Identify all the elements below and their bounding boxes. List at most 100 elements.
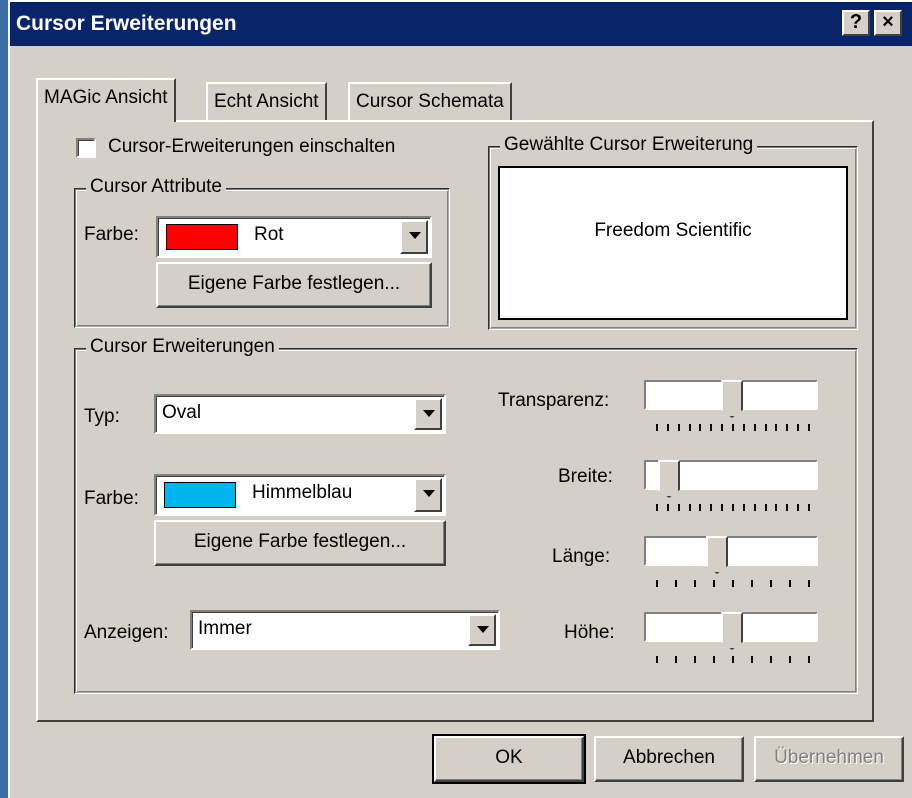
- tab-magic-ansicht[interactable]: MAGic Ansicht: [36, 78, 176, 122]
- slider-tick: [789, 580, 791, 587]
- extension-color-value: Himmelblau: [252, 482, 353, 503]
- slider-tick: [713, 580, 715, 587]
- height-label: Höhe:: [564, 622, 615, 643]
- attribute-color-label: Farbe:: [84, 224, 139, 245]
- slider-tick: [764, 424, 767, 431]
- chevron-down-icon[interactable]: [468, 614, 496, 646]
- cursor-extensions-dialog: Cursor Erweiterungen ? × MAGic Ansicht E…: [8, 0, 912, 798]
- extension-color-label: Farbe:: [84, 488, 139, 509]
- slider-tick: [688, 424, 691, 431]
- cursor-attribute-legend: Cursor Attribute: [86, 176, 226, 198]
- type-value: Oval: [162, 402, 202, 423]
- slider-tick: [721, 424, 724, 431]
- slider-tick: [666, 504, 669, 511]
- help-button[interactable]: ?: [842, 10, 870, 36]
- slider-tick: [656, 504, 658, 511]
- slider-tick: [751, 580, 753, 587]
- slider-thumb[interactable]: [658, 460, 680, 498]
- transparency-slider[interactable]: [644, 380, 824, 438]
- red-swatch: [166, 224, 238, 250]
- slider-tick: [808, 580, 810, 587]
- slider-tick: [694, 580, 696, 587]
- slider-ticks: [656, 656, 810, 664]
- skyblue-swatch: [164, 482, 236, 508]
- slider-tick: [732, 580, 734, 587]
- slider-tick: [742, 504, 745, 511]
- window-title: Cursor Erweiterungen: [16, 12, 237, 35]
- close-button[interactable]: ×: [874, 10, 902, 36]
- slider-tick: [666, 424, 669, 431]
- slider-track[interactable]: [644, 536, 818, 566]
- slider-tick: [797, 504, 800, 511]
- slider-tick: [753, 504, 756, 511]
- cancel-button[interactable]: Abbrechen: [594, 736, 744, 782]
- slider-tick: [786, 424, 789, 431]
- slider-tick: [732, 424, 734, 431]
- slider-tick: [770, 580, 772, 587]
- slider-tick: [808, 504, 810, 511]
- length-label: Länge:: [552, 546, 611, 567]
- extension-custom-color-button[interactable]: Eigene Farbe festlegen...: [154, 520, 446, 566]
- attribute-color-value: Rot: [254, 224, 284, 245]
- type-label: Typ:: [84, 406, 120, 427]
- chevron-down-icon[interactable]: [414, 398, 442, 430]
- extension-color-select[interactable]: Himmelblau: [154, 474, 446, 516]
- slider-tick: [797, 424, 800, 431]
- slider-thumb[interactable]: [721, 612, 743, 650]
- slider-thumb[interactable]: [706, 536, 728, 574]
- slider-tick: [656, 656, 658, 663]
- extension-preview: Freedom Scientific: [498, 166, 848, 320]
- slider-tick: [753, 424, 756, 431]
- tab-panel: Cursor-Erweiterungen einschalten Cursor …: [36, 120, 874, 722]
- slider-tick: [656, 424, 658, 431]
- slider-tick: [751, 656, 753, 663]
- tab-cursor-schemata[interactable]: Cursor Schemata: [348, 82, 512, 122]
- slider-ticks: [656, 424, 810, 432]
- attribute-custom-color-button[interactable]: Eigene Farbe festlegen...: [156, 262, 432, 308]
- slider-tick: [713, 656, 715, 663]
- type-select[interactable]: Oval: [154, 394, 446, 434]
- show-value: Immer: [198, 618, 252, 639]
- slider-tick: [732, 504, 734, 511]
- slider-tick: [786, 504, 789, 511]
- slider-tick: [775, 504, 778, 511]
- slider-tick: [656, 580, 658, 587]
- slider-thumb[interactable]: [721, 380, 743, 418]
- slider-tick: [710, 504, 713, 511]
- transparency-label: Transparenz:: [498, 390, 610, 411]
- slider-tick: [675, 580, 677, 587]
- slider-tick: [677, 504, 680, 511]
- selected-extension-legend: Gewählte Cursor Erweiterung: [500, 134, 758, 156]
- chevron-down-icon[interactable]: [400, 220, 428, 254]
- slider-tick: [688, 504, 691, 511]
- slider-tick: [677, 424, 680, 431]
- cursor-attribute-group: Cursor Attribute Farbe: Rot Eigene Farbe…: [74, 176, 450, 328]
- slider-ticks: [656, 580, 810, 588]
- slider-tick: [764, 504, 767, 511]
- slider-tick: [694, 656, 696, 663]
- slider-tick: [789, 656, 791, 663]
- slider-ticks: [656, 504, 810, 512]
- selected-extension-group: Gewählte Cursor Erweiterung Freedom Scie…: [488, 134, 858, 330]
- title-bar[interactable]: Cursor Erweiterungen ? ×: [10, 2, 912, 46]
- width-slider[interactable]: [644, 460, 824, 518]
- enable-extensions-label[interactable]: Cursor-Erweiterungen einschalten: [108, 136, 395, 158]
- apply-button[interactable]: Übernehmen: [754, 736, 904, 782]
- cursor-extensions-legend: Cursor Erweiterungen: [86, 336, 279, 358]
- show-select[interactable]: Immer: [190, 610, 500, 650]
- length-slider[interactable]: [644, 536, 824, 594]
- slider-tick: [775, 424, 778, 431]
- ok-button[interactable]: OK: [432, 734, 586, 784]
- chevron-down-icon[interactable]: [414, 478, 442, 512]
- tab-echt-ansicht[interactable]: Echt Ansicht: [206, 82, 327, 122]
- slider-tick: [721, 504, 724, 511]
- slider-tick: [808, 424, 810, 431]
- enable-extensions-checkbox[interactable]: [76, 138, 96, 158]
- attribute-color-select[interactable]: Rot: [156, 216, 432, 258]
- show-label: Anzeigen:: [84, 622, 169, 643]
- slider-tick: [732, 656, 734, 663]
- slider-tick: [675, 656, 677, 663]
- slider-tick: [742, 424, 745, 431]
- height-slider[interactable]: [644, 612, 824, 670]
- slider-tick: [699, 504, 702, 511]
